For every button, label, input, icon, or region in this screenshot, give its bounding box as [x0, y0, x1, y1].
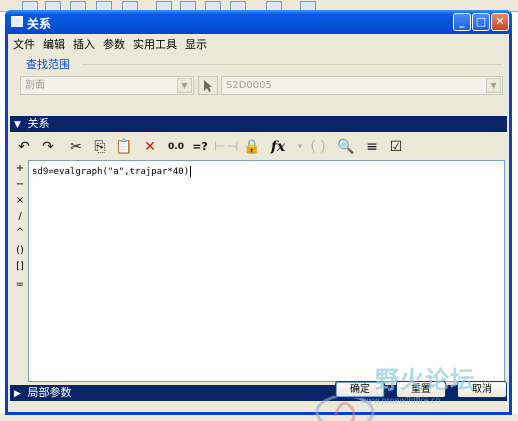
lock-icon[interactable]: 🔒 — [242, 137, 262, 157]
dimension-icon[interactable]: ⊢⊣ — [214, 137, 238, 157]
select-button[interactable] — [198, 76, 218, 95]
chevron-down-icon[interactable]: ▼ — [177, 78, 192, 93]
brackets-operator[interactable]: [] — [13, 260, 27, 274]
menu-bar: 文件 编辑 插入 参数 实用工具 显示 — [8, 36, 210, 54]
minimize-button[interactable]: _ — [453, 13, 471, 31]
function-icon[interactable]: fx — [268, 137, 288, 157]
scope-selection-select[interactable]: S2D0005 ▼ — [221, 76, 503, 95]
relation-line[interactable]: sd9=evalgraph("a",trajpar*40) — [32, 166, 192, 177]
minus-operator[interactable]: − — [13, 178, 27, 192]
collapse-triangle-icon: ▼ — [14, 120, 21, 130]
background-strip — [0, 414, 518, 421]
menu-utilities[interactable]: 实用工具 — [133, 36, 177, 54]
verify-icon[interactable]: ☑ — [386, 137, 406, 157]
power-operator[interactable]: ^ — [13, 226, 27, 240]
multiply-operator[interactable]: × — [13, 194, 27, 208]
unit-convert-icon[interactable]: 0.0 — [166, 137, 186, 157]
group-divider — [82, 64, 502, 65]
watermark-url: www.proewildfire.cn — [360, 396, 441, 405]
cut-icon[interactable]: ✂ — [66, 137, 86, 157]
equals-operator[interactable]: = — [13, 278, 27, 292]
menu-parameters[interactable]: 参数 — [103, 36, 125, 54]
redo-icon[interactable]: ↷ — [38, 137, 58, 157]
relations-section-header[interactable]: ▼ 关系 — [10, 116, 507, 132]
menu-display[interactable]: 显示 — [185, 36, 207, 54]
dialog-client: 文件 编辑 插入 参数 实用工具 显示 查找范围 剖面 ▼ S2D0005 ▼ ▼ 关系 … — [8, 34, 509, 421]
maximize-icon: □ — [475, 15, 487, 28]
text-caret — [190, 166, 192, 177]
paste-icon[interactable]: 📋 — [114, 137, 134, 157]
relations-toolbar: ↶ ↷ ✂ ⎘ 📋 ✕ 0.0 =? ⊢⊣ 🔒 fx ▾ ( ) 🔍 ≡ ☑ — [14, 137, 504, 159]
relations-editor[interactable]: sd9=evalgraph("a",trajpar*40) — [28, 160, 505, 382]
relations-section-label: 关系 — [27, 117, 50, 130]
search-icon[interactable]: 🔍 — [336, 137, 356, 157]
window-title: 关系 — [27, 17, 52, 31]
menu-insert[interactable]: 插入 — [73, 36, 95, 54]
function-dropdown-icon[interactable]: ▾ — [290, 137, 310, 157]
copy-icon[interactable]: ⎘ — [90, 137, 110, 157]
evaluate-icon[interactable]: =? — [190, 137, 210, 157]
scope-type-value: 剖面 — [25, 80, 45, 91]
expand-triangle-icon: ▶ — [14, 389, 21, 399]
menu-file[interactable]: 文件 — [13, 36, 35, 54]
chevron-down-icon[interactable]: ▼ — [486, 78, 501, 93]
local-params-section-label: 局部参数 — [27, 386, 72, 399]
parentheses-operator[interactable]: () — [13, 244, 27, 258]
close-button[interactable]: ✕ — [491, 13, 509, 31]
parameter-icon[interactable]: ( ) — [308, 137, 328, 157]
plus-operator[interactable]: + — [13, 162, 27, 176]
sort-icon[interactable]: ≡ — [362, 137, 382, 157]
undo-icon[interactable]: ↶ — [14, 137, 34, 157]
menu-edit[interactable]: 编辑 — [43, 36, 65, 54]
relation-text: sd9=evalgraph("a",trajpar*40) — [32, 167, 190, 177]
close-icon: ✕ — [495, 15, 505, 28]
title-bar[interactable]: 关系 _ □ ✕ — [5, 10, 512, 34]
delete-icon[interactable]: ✕ — [140, 137, 160, 157]
cursor-arrow-icon — [204, 80, 212, 92]
window-icon — [11, 16, 23, 27]
scope-type-select[interactable]: 剖面 ▼ — [20, 76, 194, 95]
search-scope-label: 查找范围 — [26, 58, 70, 71]
scope-selection-value: S2D0005 — [226, 80, 272, 91]
minimize-icon: _ — [459, 15, 465, 28]
relations-dialog: 关系 _ □ ✕ 文件 编辑 插入 参数 实用工具 显示 查找范围 剖面 ▼ S2D000… — [5, 10, 512, 421]
divide-operator[interactable]: / — [13, 210, 27, 224]
watermark-text: 野火论坛 — [375, 366, 475, 394]
maximize-button[interactable]: □ — [472, 13, 490, 31]
